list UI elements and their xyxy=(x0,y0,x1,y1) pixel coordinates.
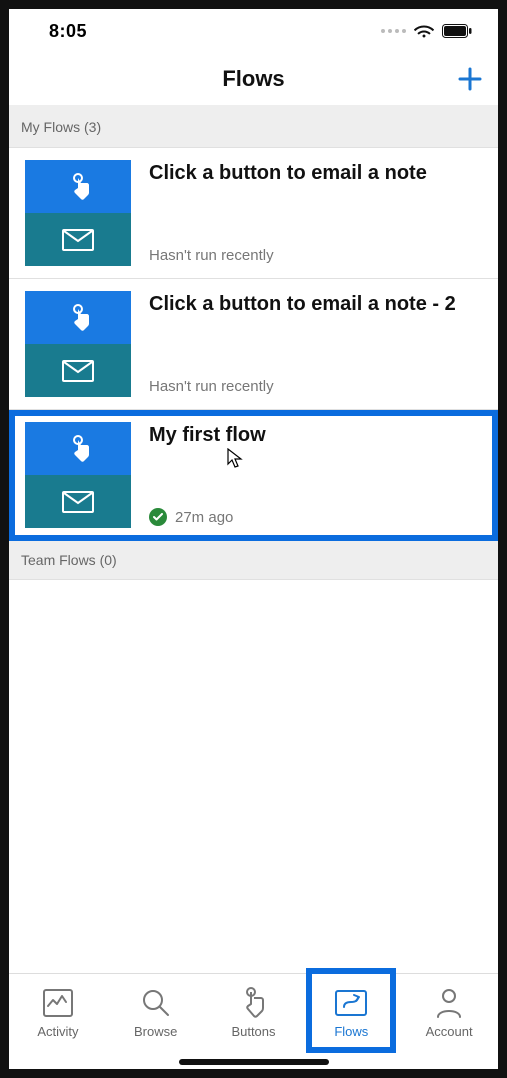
section-header-my-flows: My Flows (3) xyxy=(9,105,498,148)
wifi-icon xyxy=(414,24,434,38)
flow-status: Hasn't run recently xyxy=(149,247,486,266)
flow-status: 27m ago xyxy=(149,508,486,528)
add-flow-button[interactable] xyxy=(456,65,484,93)
flow-item[interactable]: Click a button to email a note - 2 Hasn'… xyxy=(9,279,498,410)
touch-icon xyxy=(25,422,131,475)
page-title: Flows xyxy=(222,66,284,92)
flows-icon xyxy=(334,986,368,1020)
flow-text: My first flow 27m ago xyxy=(149,422,486,528)
tab-account[interactable]: Account xyxy=(400,974,498,1051)
touch-icon xyxy=(240,986,266,1020)
tab-label: Browse xyxy=(134,1024,177,1039)
tab-bar: Activity Browse Buttons Flows Account xyxy=(9,973,498,1051)
tab-flows[interactable]: Flows xyxy=(302,974,400,1051)
tab-label: Account xyxy=(426,1024,473,1039)
tab-label: Flows xyxy=(334,1024,368,1039)
touch-icon xyxy=(25,291,131,344)
activity-icon xyxy=(42,986,74,1020)
flow-text: Click a button to email a note - 2 Hasn'… xyxy=(149,291,486,397)
status-time: 8:05 xyxy=(49,21,87,42)
mail-icon xyxy=(25,344,131,397)
status-right xyxy=(381,24,472,38)
flow-status: Hasn't run recently xyxy=(149,378,486,397)
cellular-dots-icon xyxy=(381,29,406,33)
account-icon xyxy=(435,986,463,1020)
success-check-icon xyxy=(149,508,167,526)
tab-activity[interactable]: Activity xyxy=(9,974,107,1051)
mail-icon xyxy=(25,475,131,528)
status-bar: 8:05 xyxy=(9,9,498,53)
flow-title: My first flow xyxy=(149,424,486,447)
flow-status-text: Hasn't run recently xyxy=(149,247,274,264)
tab-buttons[interactable]: Buttons xyxy=(205,974,303,1051)
flow-title: Click a button to email a note xyxy=(149,162,486,185)
flow-icon-stack xyxy=(25,291,131,397)
flow-status-text: Hasn't run recently xyxy=(149,378,274,395)
tab-label: Buttons xyxy=(231,1024,275,1039)
section-header-team-flows: Team Flows (0) xyxy=(9,541,498,580)
search-icon xyxy=(141,986,171,1020)
battery-icon xyxy=(442,24,472,38)
tab-browse[interactable]: Browse xyxy=(107,974,205,1051)
touch-icon xyxy=(25,160,131,213)
flow-title: Click a button to email a note - 2 xyxy=(149,293,486,316)
device-frame: 8:05 Flows My Flows (3) xyxy=(9,9,498,1069)
flow-item[interactable]: Click a button to email a note Hasn't ru… xyxy=(9,148,498,279)
flow-icon-stack xyxy=(25,160,131,266)
flow-text: Click a button to email a note Hasn't ru… xyxy=(149,160,486,266)
nav-header: Flows xyxy=(9,53,498,105)
mail-icon xyxy=(25,213,131,266)
home-indicator[interactable] xyxy=(179,1059,329,1065)
flow-icon-stack xyxy=(25,422,131,528)
tab-label: Activity xyxy=(37,1024,78,1039)
flow-item[interactable]: My first flow 27m ago xyxy=(9,410,498,541)
plus-icon xyxy=(456,65,484,93)
flow-status-text: 27m ago xyxy=(175,509,233,526)
